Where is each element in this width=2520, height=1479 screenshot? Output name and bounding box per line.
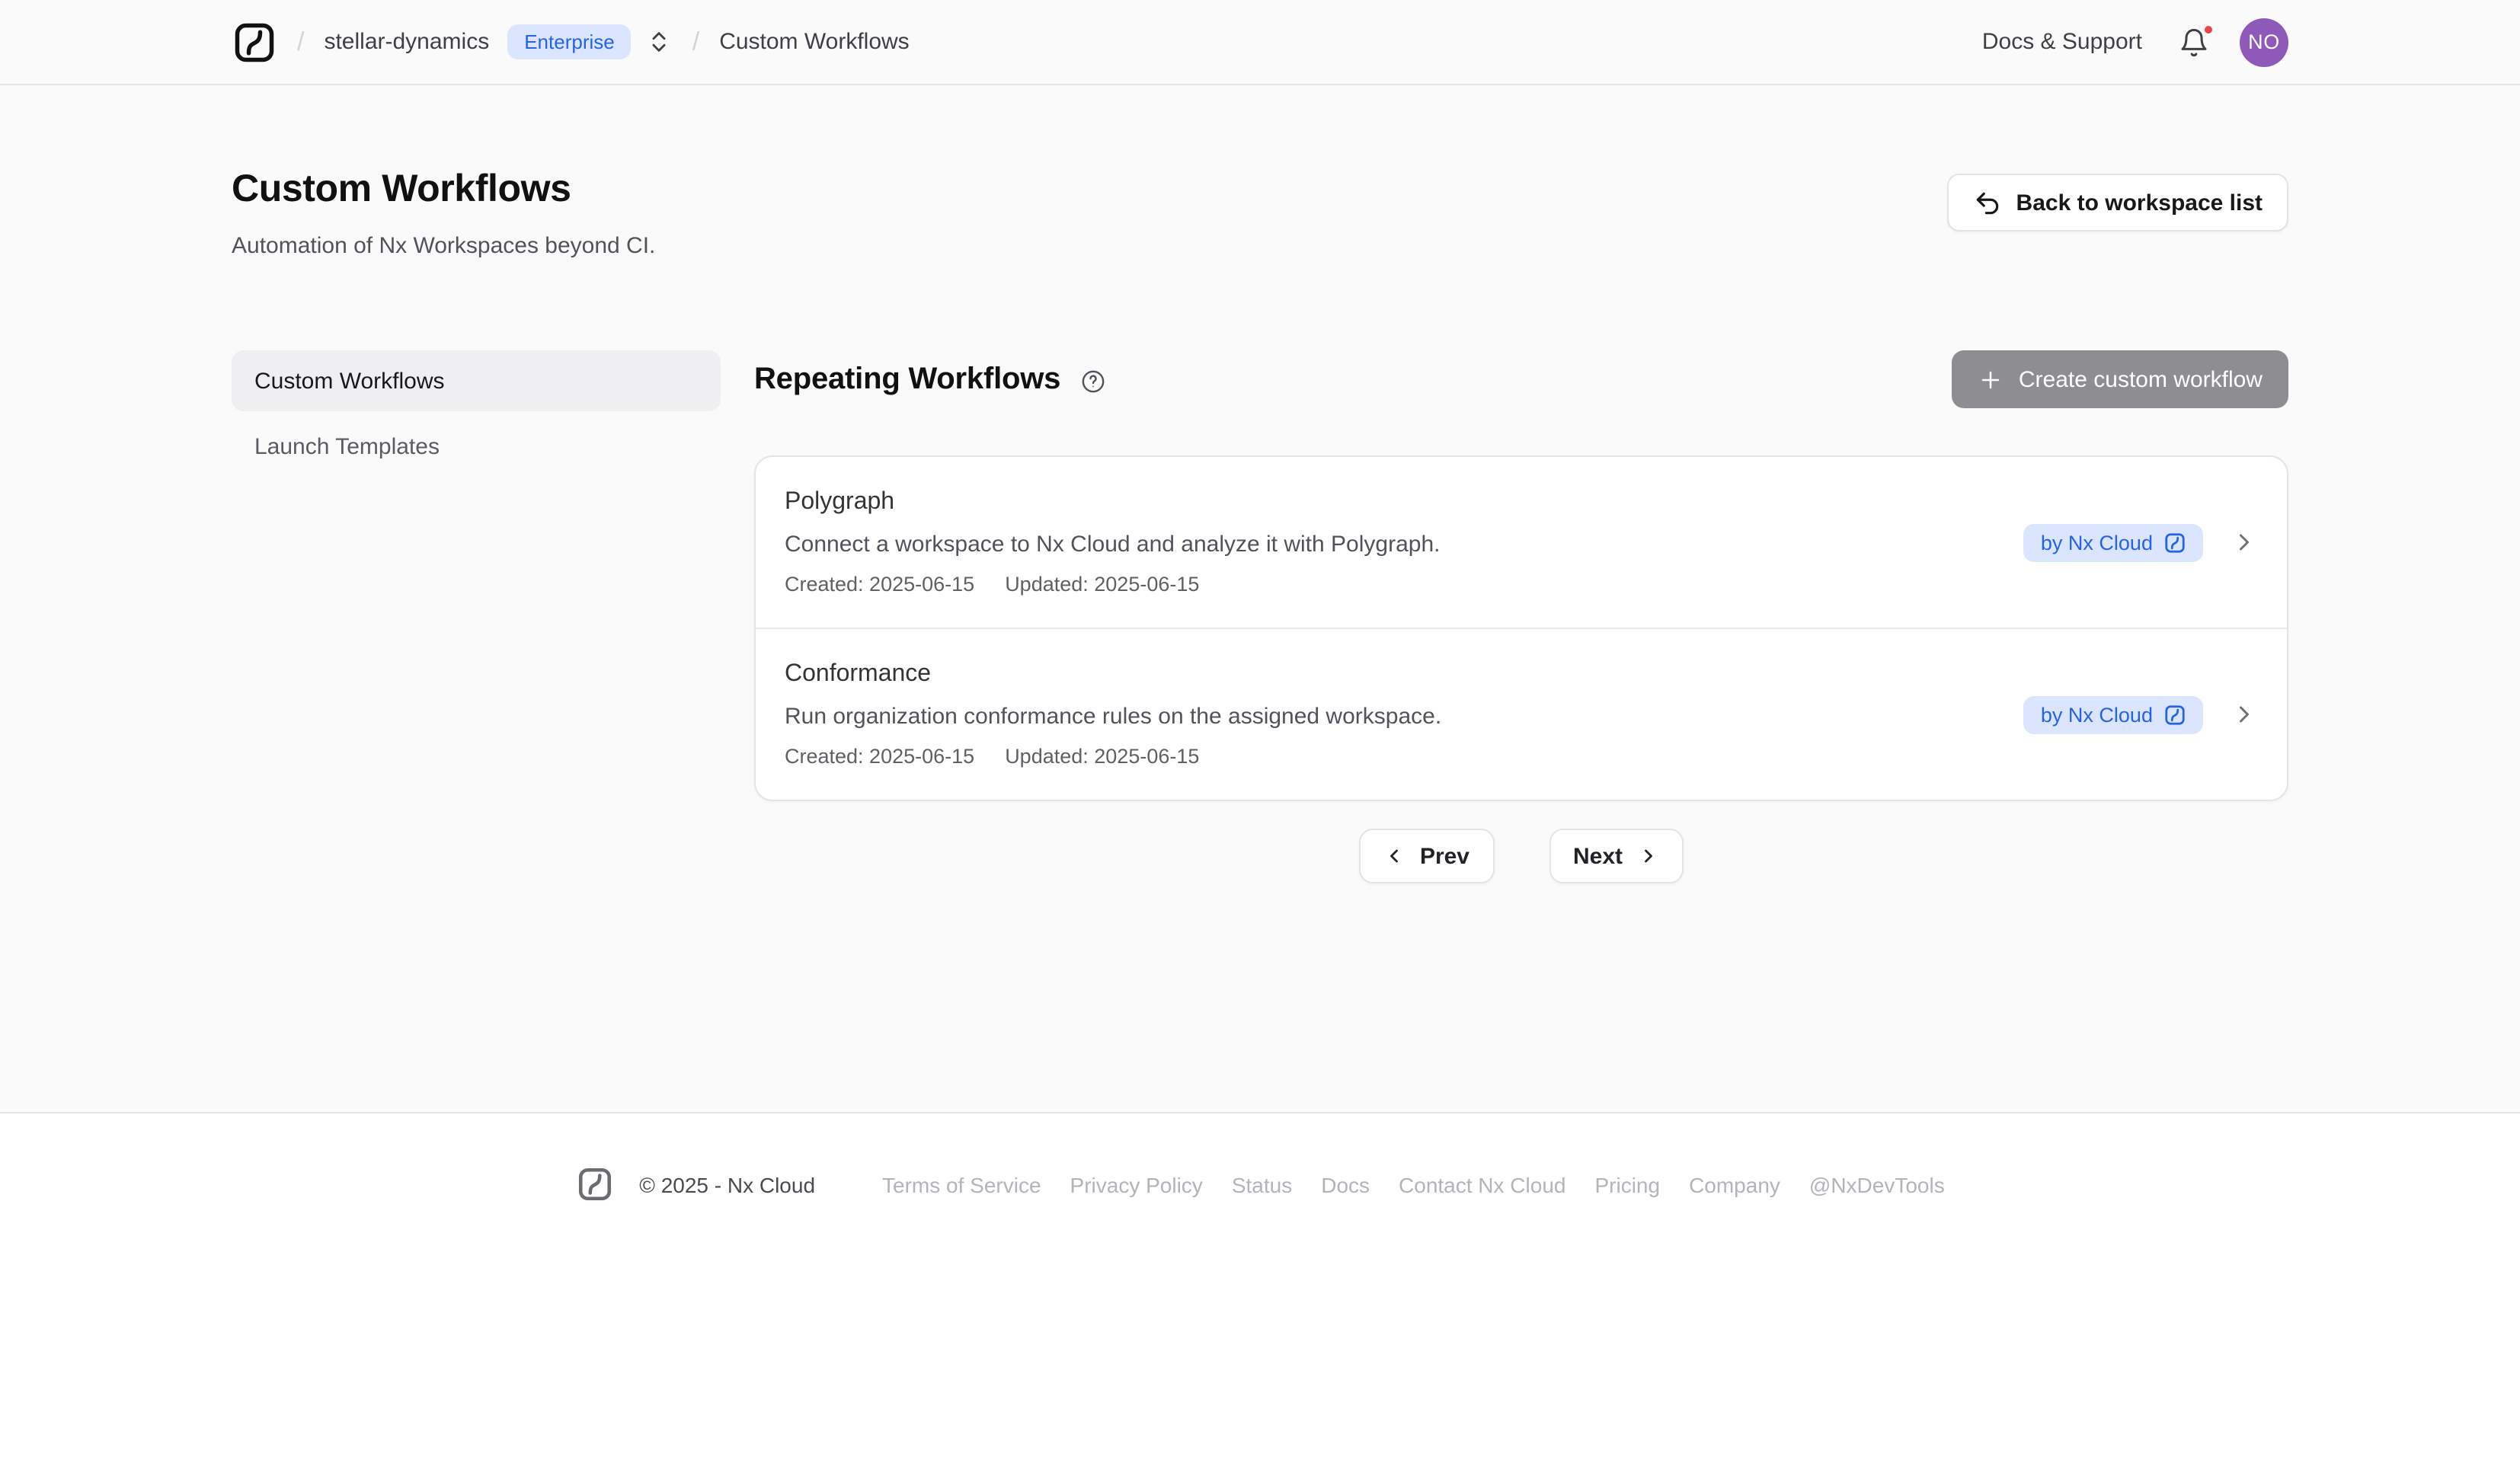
footer-link-nxdevtools[interactable]: @NxDevTools — [1809, 1172, 1945, 1196]
section-title: Repeating Workflows — [754, 362, 1060, 397]
docs-support-link[interactable]: Docs & Support — [1982, 29, 2142, 55]
footer-link-pricing[interactable]: Pricing — [1594, 1172, 1660, 1196]
workflow-description: Run organization conformance rules on th… — [785, 702, 1441, 731]
notification-dot — [2202, 22, 2215, 36]
footer-link-terms[interactable]: Terms of Service — [882, 1172, 1041, 1196]
footer-link-contact[interactable]: Contact Nx Cloud — [1399, 1172, 1565, 1196]
breadcrumb: / stellar-dynamics Enterprise / Custom W… — [232, 19, 910, 65]
badge-label: by Nx Cloud — [2041, 703, 2153, 726]
by-nx-cloud-badge[interactable]: by Nx Cloud — [2024, 523, 2203, 561]
main-area: Custom Workflows Automation of Nx Worksp… — [0, 85, 2520, 1113]
create-button-label: Create custom workflow — [2019, 366, 2263, 392]
workflow-name: Polygraph — [785, 487, 1440, 518]
workflow-name: Conformance — [785, 660, 1441, 690]
back-button-label: Back to workspace list — [2016, 190, 2263, 216]
breadcrumb-separator: / — [297, 27, 304, 57]
chevron-left-icon — [1383, 845, 1405, 867]
footer-link-status[interactable]: Status — [1232, 1172, 1292, 1196]
nx-mini-logo-icon — [2163, 703, 2186, 726]
workflow-meta: Created: 2025-06-15 Updated: 2025-06-15 — [785, 743, 1441, 769]
undo-arrow-icon — [1974, 188, 2003, 217]
plan-badge: Enterprise — [507, 24, 632, 59]
workflows-list: Polygraph Connect a workspace to Nx Clou… — [754, 455, 2288, 801]
settings-sidebar: Custom Workflows Launch Templates — [232, 350, 721, 883]
plus-icon — [1978, 366, 2004, 392]
footer-link-docs[interactable]: Docs — [1321, 1172, 1370, 1196]
workflow-created: Created: 2025-06-15 — [785, 571, 974, 597]
prev-label: Prev — [1420, 843, 1469, 869]
workflow-meta: Created: 2025-06-15 Updated: 2025-06-15 — [785, 571, 1440, 597]
help-icon[interactable] — [1080, 368, 1106, 394]
chevron-right-icon — [2231, 701, 2258, 728]
workflow-description: Connect a workspace to Nx Cloud and anal… — [785, 530, 1440, 559]
workflow-updated: Updated: 2025-06-15 — [1005, 571, 1199, 597]
workflow-updated: Updated: 2025-06-15 — [1005, 743, 1199, 769]
chevron-right-icon — [1638, 845, 1659, 867]
top-navbar: / stellar-dynamics Enterprise / Custom W… — [0, 0, 2520, 85]
next-button[interactable]: Next — [1549, 829, 1684, 883]
badge-label: by Nx Cloud — [2041, 531, 2153, 554]
pagination: Prev Next — [754, 829, 2288, 883]
nx-mini-logo-icon — [2163, 531, 2186, 554]
nx-footer-logo — [575, 1165, 613, 1203]
sidebar-item-custom-workflows[interactable]: Custom Workflows — [232, 350, 721, 411]
create-custom-workflow-button[interactable]: Create custom workflow — [1952, 350, 2288, 408]
chevrons-up-down-icon — [647, 29, 673, 55]
notifications-button[interactable] — [2179, 27, 2209, 57]
workflow-row-polygraph[interactable]: Polygraph Connect a workspace to Nx Clou… — [756, 457, 2287, 628]
breadcrumb-page[interactable]: Custom Workflows — [719, 29, 910, 55]
breadcrumb-separator: / — [692, 27, 699, 57]
page-footer: © 2025 - Nx Cloud Terms of Service Priva… — [0, 1113, 2520, 1479]
workspace-selector[interactable] — [647, 29, 673, 55]
back-to-workspace-list-button[interactable]: Back to workspace list — [1948, 174, 2288, 232]
sidebar-item-launch-templates[interactable]: Launch Templates — [232, 416, 721, 477]
page-title: Custom Workflows — [232, 168, 655, 212]
page-subtitle: Automation of Nx Workspaces beyond CI. — [232, 233, 655, 259]
nx-logo[interactable] — [232, 19, 277, 65]
footer-link-privacy[interactable]: Privacy Policy — [1070, 1172, 1203, 1196]
avatar[interactable]: NO — [2240, 18, 2288, 66]
prev-button[interactable]: Prev — [1359, 829, 1494, 883]
workflow-row-conformance[interactable]: Conformance Run organization conformance… — [756, 629, 2287, 800]
next-label: Next — [1573, 843, 1623, 869]
by-nx-cloud-badge[interactable]: by Nx Cloud — [2024, 695, 2203, 733]
footer-links: Terms of Service Privacy Policy Status D… — [882, 1172, 1945, 1196]
workflow-created: Created: 2025-06-15 — [785, 743, 974, 769]
breadcrumb-workspace[interactable]: stellar-dynamics — [324, 29, 489, 55]
footer-link-company[interactable]: Company — [1689, 1172, 1780, 1196]
chevron-right-icon — [2231, 529, 2258, 556]
copyright-text: © 2025 - Nx Cloud — [639, 1172, 815, 1196]
